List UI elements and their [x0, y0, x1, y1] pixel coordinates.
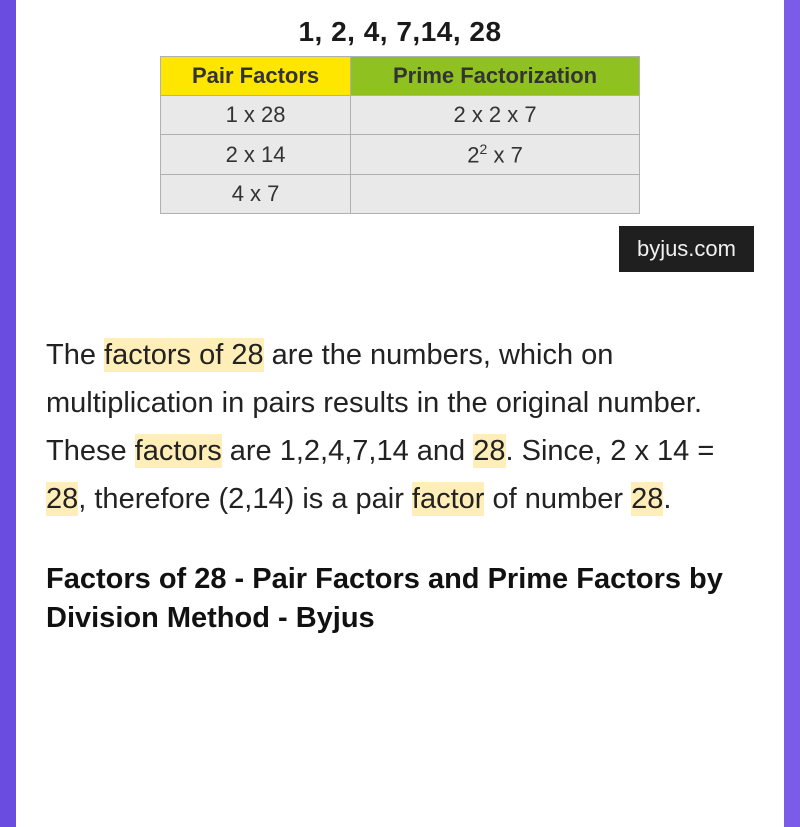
table-row: 4 x 7 [161, 175, 640, 214]
highlight-text: 28 [631, 482, 663, 516]
description-paragraph: The factors of 28 are the numbers, which… [46, 332, 754, 523]
prime-cell: 2 x 2 x 7 [351, 96, 640, 135]
factors-table: Pair Factors Prime Factorization 1 x 28 … [160, 56, 640, 214]
highlight-text: 28 [473, 434, 505, 468]
prime-factorization-header: Prime Factorization [351, 57, 640, 96]
prime-cell: 22 x 7 [351, 135, 640, 175]
highlight-text: factors of 28 [104, 338, 264, 372]
pair-cell: 2 x 14 [161, 135, 351, 175]
pair-cell: 4 x 7 [161, 175, 351, 214]
highlight-text: 28 [46, 482, 78, 516]
source-badge: byjus.com [619, 226, 754, 272]
table-header-row: Pair Factors Prime Factorization [161, 57, 640, 96]
factors-heading: 1, 2, 4, 7,14, 28 [46, 16, 754, 48]
pair-cell: 1 x 28 [161, 96, 351, 135]
article-title: Factors of 28 - Pair Factors and Prime F… [46, 560, 754, 638]
highlight-text: factor [412, 482, 485, 516]
pair-factors-header: Pair Factors [161, 57, 351, 96]
source-badge-container: byjus.com [46, 226, 754, 272]
prime-cell [351, 175, 640, 214]
factors-table-container: Pair Factors Prime Factorization 1 x 28 … [46, 56, 754, 214]
table-row: 1 x 28 2 x 2 x 7 [161, 96, 640, 135]
highlight-text: factors [135, 434, 222, 468]
table-row: 2 x 14 22 x 7 [161, 135, 640, 175]
